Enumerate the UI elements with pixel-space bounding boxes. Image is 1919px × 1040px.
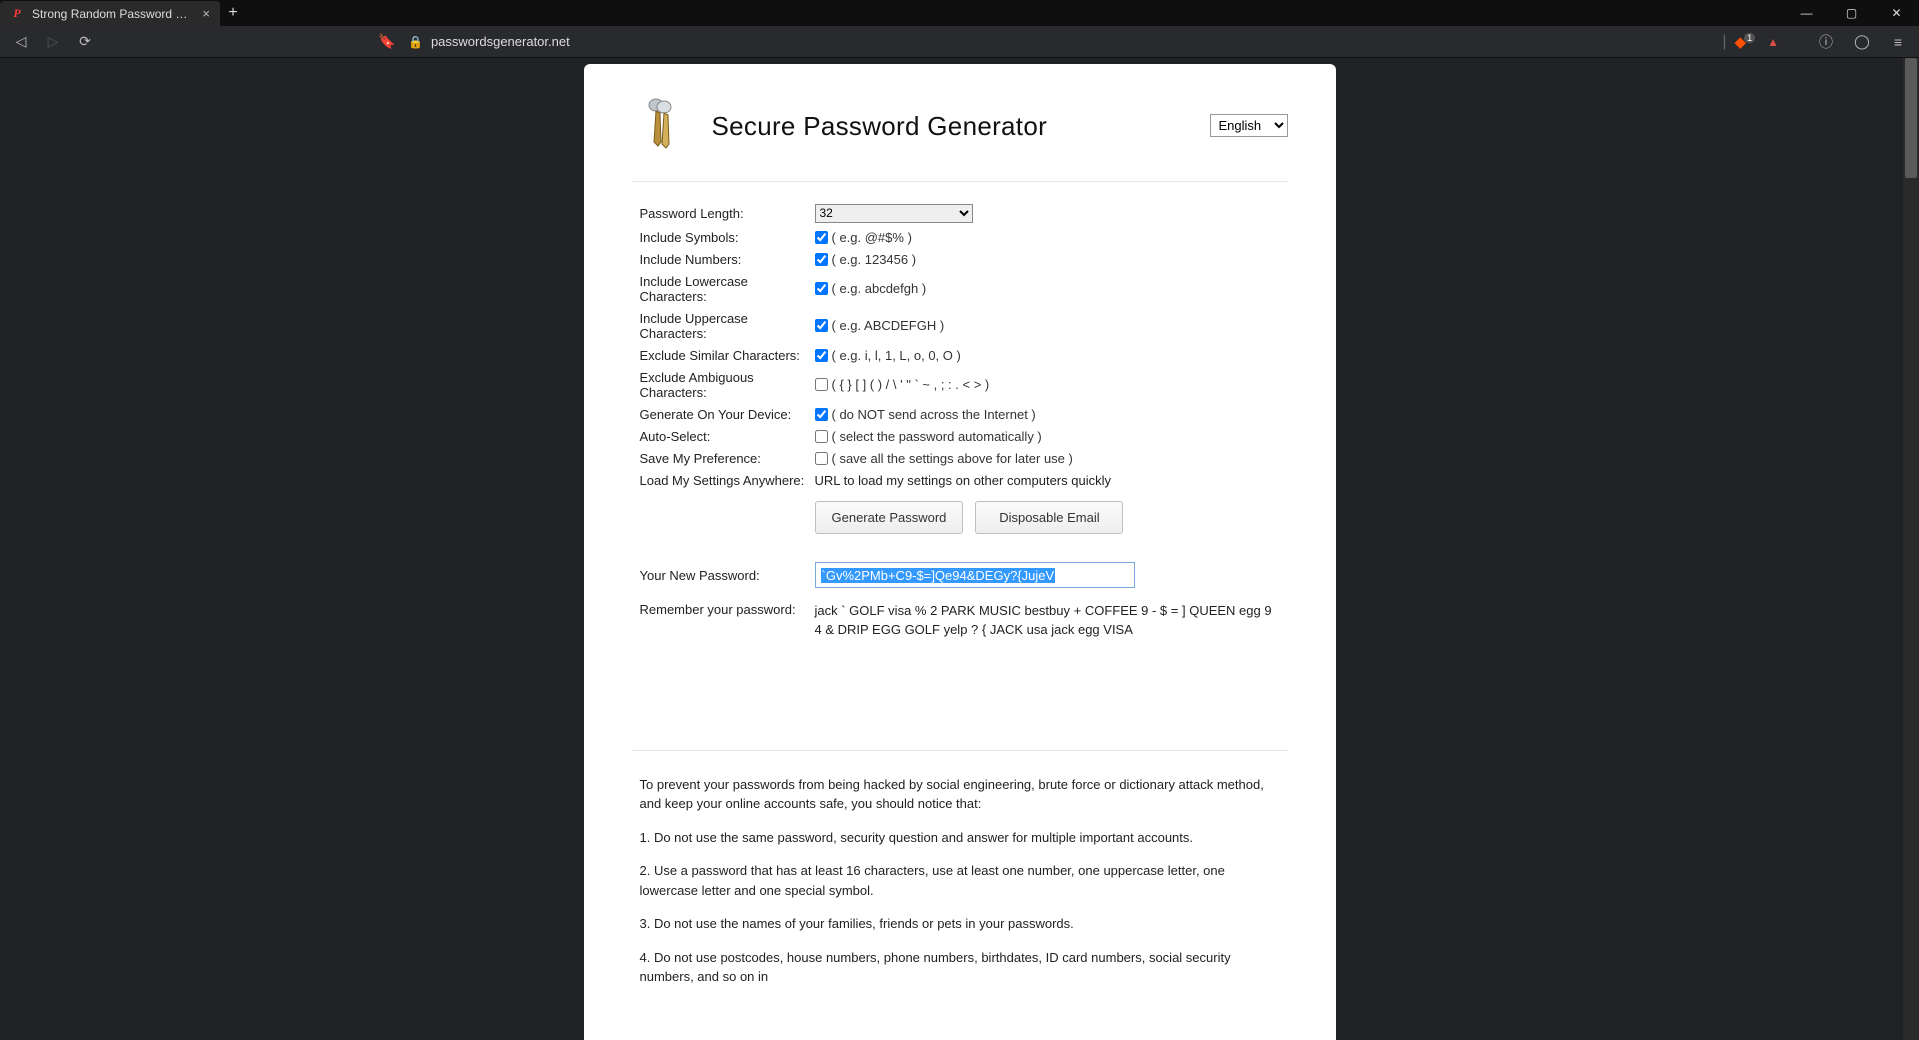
tips-intro: To prevent your passwords from being hac…: [640, 775, 1280, 814]
opt-label-symbols: Include Symbols:: [640, 230, 815, 245]
opt-hint-symbols: ( e.g. @#$% ): [832, 230, 912, 245]
mnemonic-text: jack ` GOLF visa % 2 PARK MUSIC bestbuy …: [815, 602, 1280, 640]
opt-label-device: Generate On Your Device:: [640, 407, 815, 422]
keys-icon: [640, 96, 684, 157]
nav-forward-button[interactable]: ▷: [42, 31, 64, 53]
opt-hint-lower: ( e.g. abcdefgh ): [832, 281, 927, 296]
lock-icon: 🔒: [408, 35, 423, 49]
brave-shields-icon[interactable]: ◆1: [1735, 33, 1760, 51]
password-text: `Gv%2PMb+C9-$=]Qe94&DEGy?{JujeV: [821, 568, 1056, 583]
separator: |: [1722, 33, 1726, 51]
tip-4: 4. Do not use postcodes, house numbers, …: [640, 948, 1280, 987]
opt-hint-numbers: ( e.g. 123456 ): [832, 252, 917, 267]
profile-icon[interactable]: ◯: [1851, 31, 1873, 53]
tips-section: To prevent your passwords from being hac…: [640, 775, 1280, 987]
nav-back-button[interactable]: ◁: [10, 31, 32, 53]
exclude-similar-checkbox[interactable]: [815, 349, 828, 362]
window-maximize-button[interactable]: ▢: [1829, 0, 1874, 26]
opt-hint-savepref: ( save all the settings above for later …: [832, 451, 1073, 466]
nav-reload-button[interactable]: ⟳: [74, 31, 96, 53]
opt-hint-autosel: ( select the password automatically ): [832, 429, 1042, 444]
include-uppercase-checkbox[interactable]: [815, 319, 828, 332]
page-viewport: Secure Password Generator English Passwo…: [0, 58, 1919, 1040]
url-bar[interactable]: 🔒 passwordsgenerator.net: [408, 29, 1712, 55]
language-select[interactable]: English: [1210, 114, 1288, 137]
opt-label-upper: Include Uppercase Characters:: [640, 311, 815, 341]
favicon-icon: P: [10, 7, 24, 21]
window-controls: — ▢ ✕: [1784, 0, 1919, 26]
include-symbols-checkbox[interactable]: [815, 231, 828, 244]
save-preference-checkbox[interactable]: [815, 452, 828, 465]
password-output[interactable]: `Gv%2PMb+C9-$=]Qe94&DEGy?{JujeV: [815, 562, 1135, 588]
browser-tab[interactable]: P Strong Random Password Generat ×: [0, 1, 220, 26]
tip-3: 3. Do not use the names of your families…: [640, 914, 1280, 934]
info-icon[interactable]: ⓘ: [1815, 31, 1837, 53]
page-card: Secure Password Generator English Passwo…: [584, 64, 1336, 1040]
exclude-ambiguous-checkbox[interactable]: [815, 378, 828, 391]
divider: [632, 750, 1288, 751]
opt-hint-ambig: ( { } [ ] ( ) / \ ' " ` ~ , ; : . < > ): [832, 377, 990, 392]
opt-label-autosel: Auto-Select:: [640, 429, 815, 444]
new-tab-button[interactable]: +: [220, 0, 246, 26]
load-settings-link[interactable]: URL to load my settings on other compute…: [815, 473, 1112, 488]
titlebar: P Strong Random Password Generat × + — ▢…: [0, 0, 1919, 26]
opt-label-lower: Include Lowercase Characters:: [640, 274, 815, 304]
toolbar: ◁ ▷ ⟳ 🔖 🔒 passwordsgenerator.net | ◆1 ▲ …: [0, 26, 1919, 58]
opt-label-similar: Exclude Similar Characters:: [640, 348, 815, 363]
tab-title: Strong Random Password Generat: [32, 7, 194, 21]
tip-2: 2. Use a password that has at least 16 c…: [640, 861, 1280, 900]
generate-on-device-checkbox[interactable]: [815, 408, 828, 421]
opt-hint-device: ( do NOT send across the Internet ): [832, 407, 1036, 422]
divider: [632, 181, 1288, 182]
bookmark-icon[interactable]: 🔖: [376, 31, 398, 53]
password-length-select[interactable]: 32: [815, 204, 973, 223]
include-lowercase-checkbox[interactable]: [815, 282, 828, 295]
generate-password-button[interactable]: Generate Password: [815, 501, 964, 534]
opt-label-numbers: Include Numbers:: [640, 252, 815, 267]
page-title: Secure Password Generator: [712, 111, 1048, 142]
opt-label-load: Load My Settings Anywhere:: [640, 473, 815, 488]
window-close-button[interactable]: ✕: [1874, 0, 1919, 26]
vertical-scrollbar[interactable]: [1903, 58, 1919, 1040]
auto-select-checkbox[interactable]: [815, 430, 828, 443]
result-label: Your New Password:: [640, 568, 815, 583]
opt-label-length: Password Length:: [640, 206, 815, 221]
brave-rewards-icon[interactable]: ▲: [1767, 35, 1779, 49]
opt-label-ambig: Exclude Ambiguous Characters:: [640, 370, 815, 400]
include-numbers-checkbox[interactable]: [815, 253, 828, 266]
url-text: passwordsgenerator.net: [431, 34, 570, 49]
mnemonic-label: Remember your password:: [640, 602, 815, 640]
browser-menu-button[interactable]: ≡: [1887, 31, 1909, 53]
opt-label-savepref: Save My Preference:: [640, 451, 815, 466]
window-minimize-button[interactable]: —: [1784, 0, 1829, 26]
opt-hint-similar: ( e.g. i, l, 1, L, o, 0, O ): [832, 348, 961, 363]
scrollbar-thumb[interactable]: [1905, 58, 1917, 178]
tab-close-icon[interactable]: ×: [202, 6, 210, 21]
tip-1: 1. Do not use the same password, securit…: [640, 828, 1280, 848]
opt-hint-upper: ( e.g. ABCDEFGH ): [832, 318, 945, 333]
disposable-email-button[interactable]: Disposable Email: [975, 501, 1123, 534]
